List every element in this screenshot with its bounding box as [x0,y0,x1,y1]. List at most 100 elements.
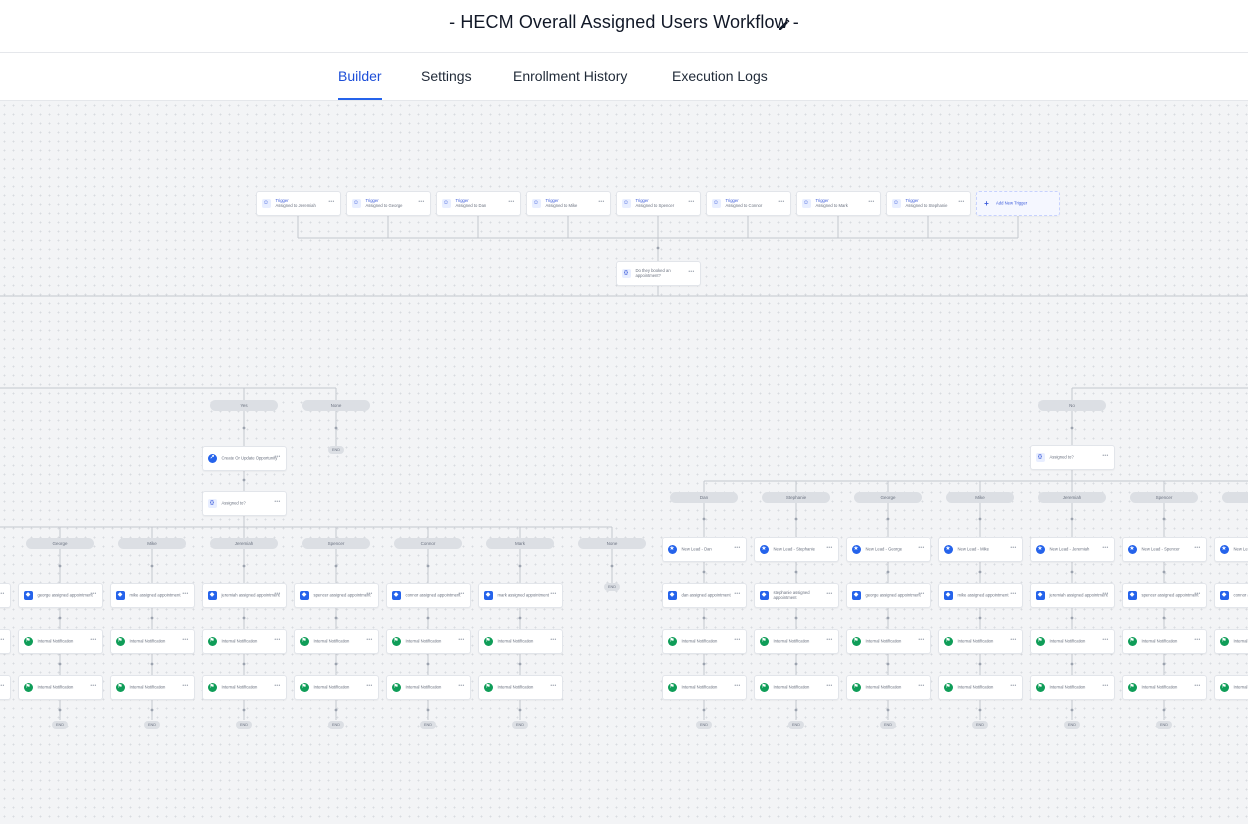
internal-notification-node[interactable]: ⚑Internal Notification••• [661,628,747,654]
add-tag-node[interactable]: ◆ jeremiah assigned appointment ••• [1029,582,1115,608]
tab-enrollment-history[interactable]: Enrollment History [513,53,627,100]
assigned-to-condition-node[interactable]: {} Assigned to? ••• [1029,444,1115,470]
node-menu-icon[interactable]: ••• [1010,592,1016,597]
tab-settings[interactable]: Settings [421,53,472,100]
node-menu-icon[interactable]: ••• [418,200,424,205]
node-menu-icon[interactable]: ••• [734,546,740,551]
node-menu-icon[interactable]: ••• [458,592,464,597]
internal-notification-node[interactable]: ⚑Internal Notification••• [201,628,287,654]
node-menu-icon[interactable]: ••• [826,684,832,689]
trigger-node[interactable]: ☺ Trigger Assigned to Mike ••• [525,190,611,216]
branch-pill[interactable]: Spencer [1130,491,1198,503]
node-menu-icon[interactable]: ••• [550,592,556,597]
branch-pill[interactable] [1222,491,1248,503]
add-tag-node[interactable]: ◆••• [0,582,11,608]
node-menu-icon[interactable]: ••• [1102,592,1108,597]
internal-notification-node[interactable]: ⚑Internal Notification••• [937,674,1023,700]
branch-none[interactable]: None [578,537,646,549]
node-menu-icon[interactable]: ••• [366,684,372,689]
internal-notification-node[interactable]: ⚑Internal Notification••• [109,628,195,654]
tab-execution-logs[interactable]: Execution Logs [672,53,768,100]
add-tag-node[interactable]: ◆ spencer assigned appointment ••• [293,582,379,608]
branch-pill[interactable]: Dan [670,491,738,503]
node-menu-icon[interactable]: ••• [868,200,874,205]
internal-notification-node[interactable]: ⚑Internal Notification••• [753,674,839,700]
branch-pill[interactable]: George [854,491,922,503]
node-menu-icon[interactable]: ••• [778,200,784,205]
add-tag-node[interactable]: ◆ stephanie assigned appointment ••• [753,582,839,608]
node-menu-icon[interactable]: ••• [826,592,832,597]
node-menu-icon[interactable]: ••• [826,546,832,551]
node-menu-icon[interactable]: ••• [90,592,96,597]
node-menu-icon[interactable]: ••• [0,592,5,597]
add-tag-node[interactable]: ◆ george assigned appointment ••• [17,582,103,608]
internal-notification-node[interactable]: ⚑Internal Notification••• [1213,674,1248,700]
node-menu-icon[interactable]: ••• [366,592,372,597]
internal-notification-node[interactable]: ⚑••• [0,674,11,700]
node-menu-icon[interactable]: ••• [182,638,188,643]
add-new-trigger-button[interactable]: + Add New Trigger [976,190,1060,216]
node-menu-icon[interactable]: ••• [1010,638,1016,643]
condition-node[interactable]: {} Do they booked an appointment? ••• [615,260,701,286]
node-menu-icon[interactable]: ••• [1194,546,1200,551]
node-menu-icon[interactable]: ••• [688,200,694,205]
node-menu-icon[interactable]: ••• [274,500,280,505]
add-tag-node[interactable]: ◆ jeremiah assigned appointment ••• [201,582,287,608]
node-menu-icon[interactable]: ••• [328,200,334,205]
trigger-node[interactable]: ☺ Trigger Assigned to George ••• [345,190,431,216]
node-menu-icon[interactable]: ••• [508,200,514,205]
internal-notification-node[interactable]: ⚑Internal Notification••• [385,628,471,654]
trigger-node[interactable]: ☺ Trigger Assigned to Mark ••• [795,190,881,216]
internal-notification-node[interactable]: ⚑Internal Notification••• [1121,674,1207,700]
node-menu-icon[interactable]: ••• [734,638,740,643]
internal-notification-node[interactable]: ⚑••• [0,628,11,654]
internal-notification-node[interactable]: ⚑Internal Notification••• [1029,674,1115,700]
trigger-node[interactable]: ☺ Trigger Assigned to Jeremiah ••• [255,190,341,216]
add-tag-node[interactable]: ◆ mike assigned appointment ••• [109,582,195,608]
internal-notification-node[interactable]: ⚑Internal Notification••• [477,674,563,700]
node-menu-icon[interactable]: ••• [458,684,464,689]
assigned-to-condition-node[interactable]: {} Assigned to? ••• [201,490,287,516]
internal-notification-node[interactable]: ⚑Internal Notification••• [937,628,1023,654]
new-lead-node[interactable]: ★ New Lead - Dan ••• [661,536,747,562]
internal-notification-node[interactable]: ⚑Internal Notification••• [201,674,287,700]
add-tag-node[interactable]: ◆ mike assigned appointment ••• [937,582,1023,608]
node-menu-icon[interactable]: ••• [598,200,604,205]
branch-pill[interactable]: George [26,537,94,549]
branch-pill[interactable]: Stephanie [762,491,830,503]
node-menu-icon[interactable]: ••• [734,592,740,597]
node-menu-icon[interactable]: ••• [1010,546,1016,551]
internal-notification-node[interactable]: ⚑Internal Notification••• [845,674,931,700]
node-menu-icon[interactable]: ••• [734,684,740,689]
node-menu-icon[interactable]: ••• [0,684,5,689]
internal-notification-node[interactable]: ⚑Internal Notification••• [661,674,747,700]
internal-notification-node[interactable]: ⚑Internal Notification••• [17,674,103,700]
node-menu-icon[interactable]: ••• [182,684,188,689]
node-menu-icon[interactable]: ••• [1102,454,1108,459]
workflow-canvas[interactable]: ☺ Trigger Assigned to Jeremiah ••• ☺ Trigger A… [0,101,1248,824]
node-menu-icon[interactable]: ••• [274,592,280,597]
internal-notification-node[interactable]: ⚑Internal Notification••• [385,674,471,700]
node-menu-icon[interactable]: ••• [458,638,464,643]
node-menu-icon[interactable]: ••• [1194,684,1200,689]
node-menu-icon[interactable]: ••• [182,592,188,597]
new-lead-node[interactable]: ★ New Lead - George ••• [845,536,931,562]
add-tag-node[interactable]: ◆ spencer assigned appointment ••• [1121,582,1207,608]
node-menu-icon[interactable]: ••• [826,638,832,643]
internal-notification-node[interactable]: ⚑Internal Notification••• [17,628,103,654]
branch-pill[interactable]: Mark [486,537,554,549]
internal-notification-node[interactable]: ⚑Internal Notification••• [845,628,931,654]
node-menu-icon[interactable]: ••• [550,638,556,643]
node-menu-icon[interactable]: ••• [274,638,280,643]
branch-pill[interactable]: Connor [394,537,462,549]
node-menu-icon[interactable]: ••• [918,684,924,689]
new-lead-node[interactable]: ★ New Lead - Spencer ••• [1121,536,1207,562]
add-tag-node[interactable]: ◆ connor assigned appointment••• [385,582,471,608]
node-menu-icon[interactable]: ••• [550,684,556,689]
node-menu-icon[interactable]: ••• [688,270,694,275]
node-menu-icon[interactable]: ••• [918,546,924,551]
internal-notification-node[interactable]: ⚑Internal Notification••• [293,674,379,700]
branch-no[interactable]: No [1038,399,1106,411]
internal-notification-node[interactable]: ⚑Internal Notification••• [293,628,379,654]
new-lead-node[interactable]: ★ New Lead - Mike ••• [937,536,1023,562]
